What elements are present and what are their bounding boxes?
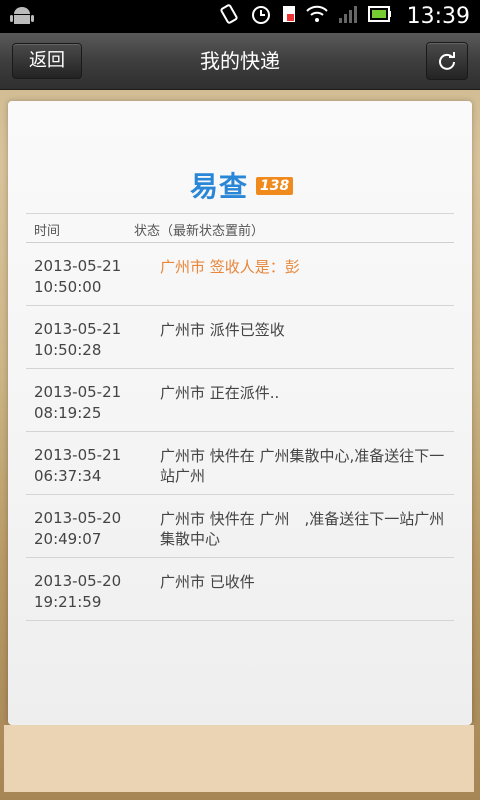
status-bar: 13:39 — [0, 0, 480, 33]
header-time: 时间 — [34, 224, 61, 239]
row-time: 2013-05-21 10:50:00 — [34, 257, 122, 296]
table-row: 2013-05-20 20:49:07 广州市 快件在 广州 ,准备送往下一站广… — [26, 495, 454, 558]
row-status: 广州市 正在派件.. — [160, 384, 280, 402]
sim-icon — [282, 3, 296, 29]
row-time: 2013-05-21 08:19:25 — [34, 383, 122, 422]
logo-main-text: 易查 — [190, 170, 249, 203]
refresh-icon — [439, 52, 455, 70]
row-time: 2013-05-21 06:37:34 — [34, 446, 122, 485]
logo-sub-text: 138 — [256, 177, 294, 195]
table-row: 2013-05-21 08:19:25 广州市 正在派件.. — [26, 369, 454, 432]
clock: 13:39 — [406, 4, 470, 29]
row-time: 2013-05-20 20:49:07 — [34, 509, 122, 548]
row-status: 广州市 快件在 广州集散中心,准备送往下一站广州 — [160, 447, 445, 485]
table-row: 2013-05-21 10:50:28 广州市 派件已签收 — [26, 306, 454, 369]
row-status: 广州市 签收人是：彭 — [160, 258, 300, 276]
tracking-table: 时间 状态（最新状态置前） 2013-05-21 10:50:00 广州市 签收… — [26, 213, 454, 621]
wifi-icon — [306, 4, 328, 28]
row-time: 2013-05-20 19:21:59 — [34, 572, 122, 611]
row-status: 广州市 已收件 — [160, 573, 255, 591]
table-row: 2013-05-20 19:21:59 广州市 已收件 — [26, 558, 454, 621]
header-status: 状态（最新状态置前） — [134, 224, 265, 239]
table-row: 2013-05-21 06:37:34 广州市 快件在 广州集散中心,准备送往下… — [26, 432, 454, 495]
refresh-button[interactable] — [426, 42, 468, 80]
bottom-panel — [4, 725, 474, 792]
alarm-icon — [250, 3, 272, 29]
tracking-card: 易查 138 时间 状态（最新状态置前） 2013-05-21 10:50:00… — [8, 101, 472, 725]
title-bar: 返回 我的快递 — [0, 33, 480, 90]
yicha-logo: 易查 138 — [190, 165, 300, 203]
table-row: 2013-05-21 10:50:00 广州市 签收人是：彭 — [26, 243, 454, 306]
signal-icon — [338, 4, 358, 28]
vibrate-icon — [218, 3, 240, 29]
row-status: 广州市 快件在 广州 ,准备送往下一站广州集散中心 — [160, 510, 445, 548]
battery-icon — [368, 6, 392, 26]
page-title: 我的快递 — [200, 49, 280, 73]
row-time: 2013-05-21 10:50:28 — [34, 320, 122, 359]
row-status: 广州市 派件已签收 — [160, 321, 285, 339]
table-header: 时间 状态（最新状态置前） — [26, 213, 454, 243]
android-icon — [10, 5, 34, 27]
